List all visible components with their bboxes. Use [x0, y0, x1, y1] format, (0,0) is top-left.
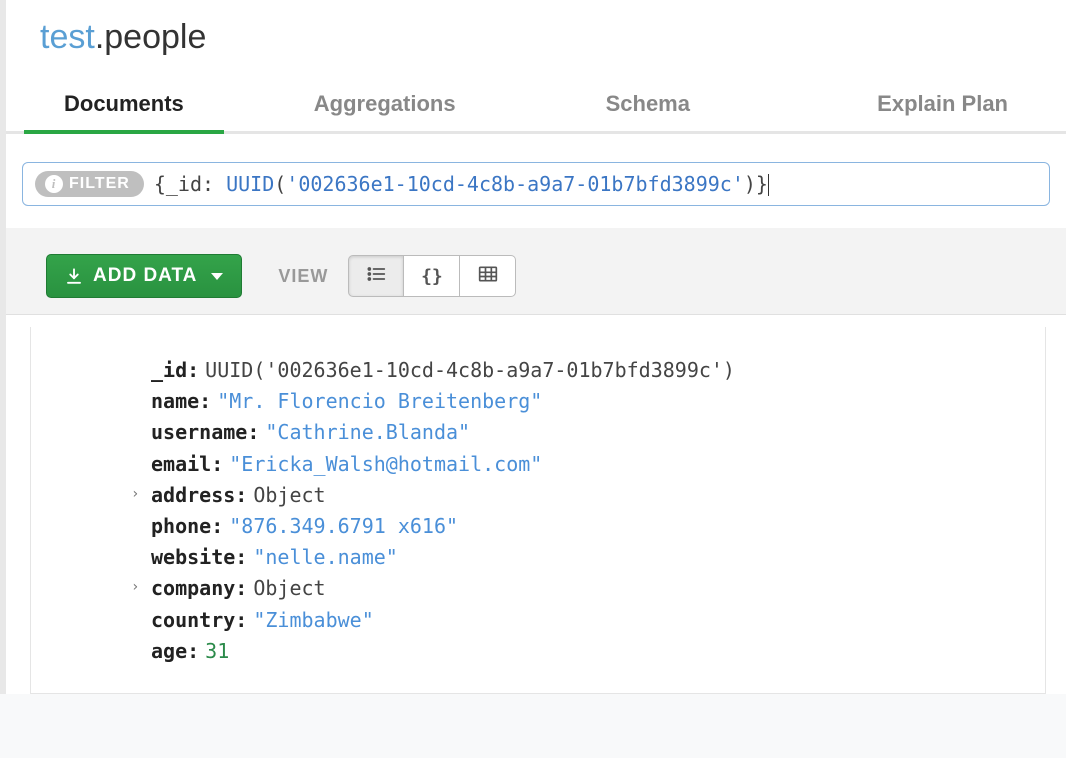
- field-key: company: [151, 573, 235, 604]
- field-key: _id: [151, 355, 187, 386]
- import-icon: [65, 267, 83, 285]
- add-data-button[interactable]: ADD DATA: [46, 254, 242, 298]
- view-label: VIEW: [278, 266, 328, 287]
- document-card[interactable]: _id:UUID('002636e1-10cd-4c8b-a9a7-01b7bf…: [30, 327, 1046, 694]
- view-json-button[interactable]: {}: [404, 255, 460, 297]
- colon: :: [235, 542, 247, 573]
- field-value: "Cathrine.Blanda": [265, 417, 470, 448]
- field-key: age: [151, 636, 187, 667]
- field-value: UUID('002636e1-10cd-4c8b-a9a7-01b7bfd389…: [205, 355, 735, 386]
- colon: :: [235, 573, 247, 604]
- field-value: "876.349.6791 x616": [229, 511, 458, 542]
- database-name: test: [40, 18, 95, 56]
- collection-name: .people: [95, 18, 207, 56]
- document-field-row[interactable]: country:"Zimbabwe": [151, 605, 1025, 636]
- tab-aggregations[interactable]: Aggregations: [284, 79, 486, 131]
- document-field-row[interactable]: username:"Cathrine.Blanda": [151, 417, 1025, 448]
- tab-label: Documents: [64, 91, 184, 116]
- field-value: Object: [253, 573, 325, 604]
- table-icon: [478, 265, 498, 288]
- field-value: "Ericka_Walsh@hotmail.com": [229, 449, 542, 480]
- filter-bar[interactable]: i FILTER {_id: UUID('002636e1-10cd-4c8b-…: [22, 162, 1050, 206]
- toolbar: ADD DATA VIEW {}: [6, 228, 1066, 315]
- filter-chip[interactable]: i FILTER: [35, 171, 144, 197]
- field-key: name: [151, 386, 199, 417]
- tab-bar: Documents Aggregations Schema Explain Pl…: [6, 79, 1066, 134]
- field-value: "nelle.name": [253, 542, 398, 573]
- tab-label: Aggregations: [314, 91, 456, 116]
- tab-explain-plan[interactable]: Explain Plan: [847, 79, 1038, 131]
- braces-icon: {}: [421, 266, 443, 287]
- document-field-row[interactable]: website:"nelle.name": [151, 542, 1025, 573]
- list-icon: [366, 266, 386, 287]
- tab-label: Schema: [606, 91, 690, 116]
- document-field-row[interactable]: ›address:Object: [151, 480, 1025, 511]
- document-field-row[interactable]: age:31: [151, 636, 1025, 667]
- field-value: "Zimbabwe": [253, 605, 373, 636]
- colon: :: [187, 636, 199, 667]
- tab-documents[interactable]: Documents: [24, 79, 224, 131]
- colon: :: [211, 449, 223, 480]
- field-value: Object: [253, 480, 325, 511]
- filter-chip-label: FILTER: [69, 175, 130, 193]
- text-cursor: [768, 174, 769, 196]
- document-field-row[interactable]: email:"Ericka_Walsh@hotmail.com": [151, 449, 1025, 480]
- view-table-button[interactable]: [460, 255, 516, 297]
- colon: :: [235, 480, 247, 511]
- view-list-button[interactable]: [348, 255, 404, 297]
- colon: :: [211, 511, 223, 542]
- colon: :: [199, 386, 211, 417]
- document-field-row[interactable]: ›company:Object: [151, 573, 1025, 604]
- document-field-row[interactable]: _id:UUID('002636e1-10cd-4c8b-a9a7-01b7bf…: [151, 355, 1025, 386]
- field-key: address: [151, 480, 235, 511]
- expand-toggle-icon[interactable]: ›: [131, 484, 139, 506]
- document-field-row[interactable]: name:"Mr. Florencio Breitenberg": [151, 386, 1025, 417]
- view-mode-group: {}: [348, 255, 516, 297]
- add-data-label: ADD DATA: [93, 265, 197, 287]
- colon: :: [187, 355, 199, 386]
- document-field-row[interactable]: phone:"876.349.6791 x616": [151, 511, 1025, 542]
- expand-toggle-icon[interactable]: ›: [131, 577, 139, 599]
- field-key: country: [151, 605, 235, 636]
- tab-schema[interactable]: Schema: [576, 79, 720, 131]
- tab-label: Explain Plan: [877, 91, 1008, 116]
- field-value: "Mr. Florencio Breitenberg": [217, 386, 542, 417]
- field-key: website: [151, 542, 235, 573]
- colon: :: [235, 605, 247, 636]
- field-key: email: [151, 449, 211, 480]
- chevron-down-icon: [211, 273, 223, 280]
- colon: :: [247, 417, 259, 448]
- field-key: username: [151, 417, 247, 448]
- field-key: phone: [151, 511, 211, 542]
- filter-query-input[interactable]: {_id: UUID('002636e1-10cd-4c8b-a9a7-01b7…: [154, 172, 1037, 197]
- field-value: 31: [205, 636, 229, 667]
- collection-title: test.people: [6, 0, 1066, 79]
- info-icon: i: [45, 175, 63, 193]
